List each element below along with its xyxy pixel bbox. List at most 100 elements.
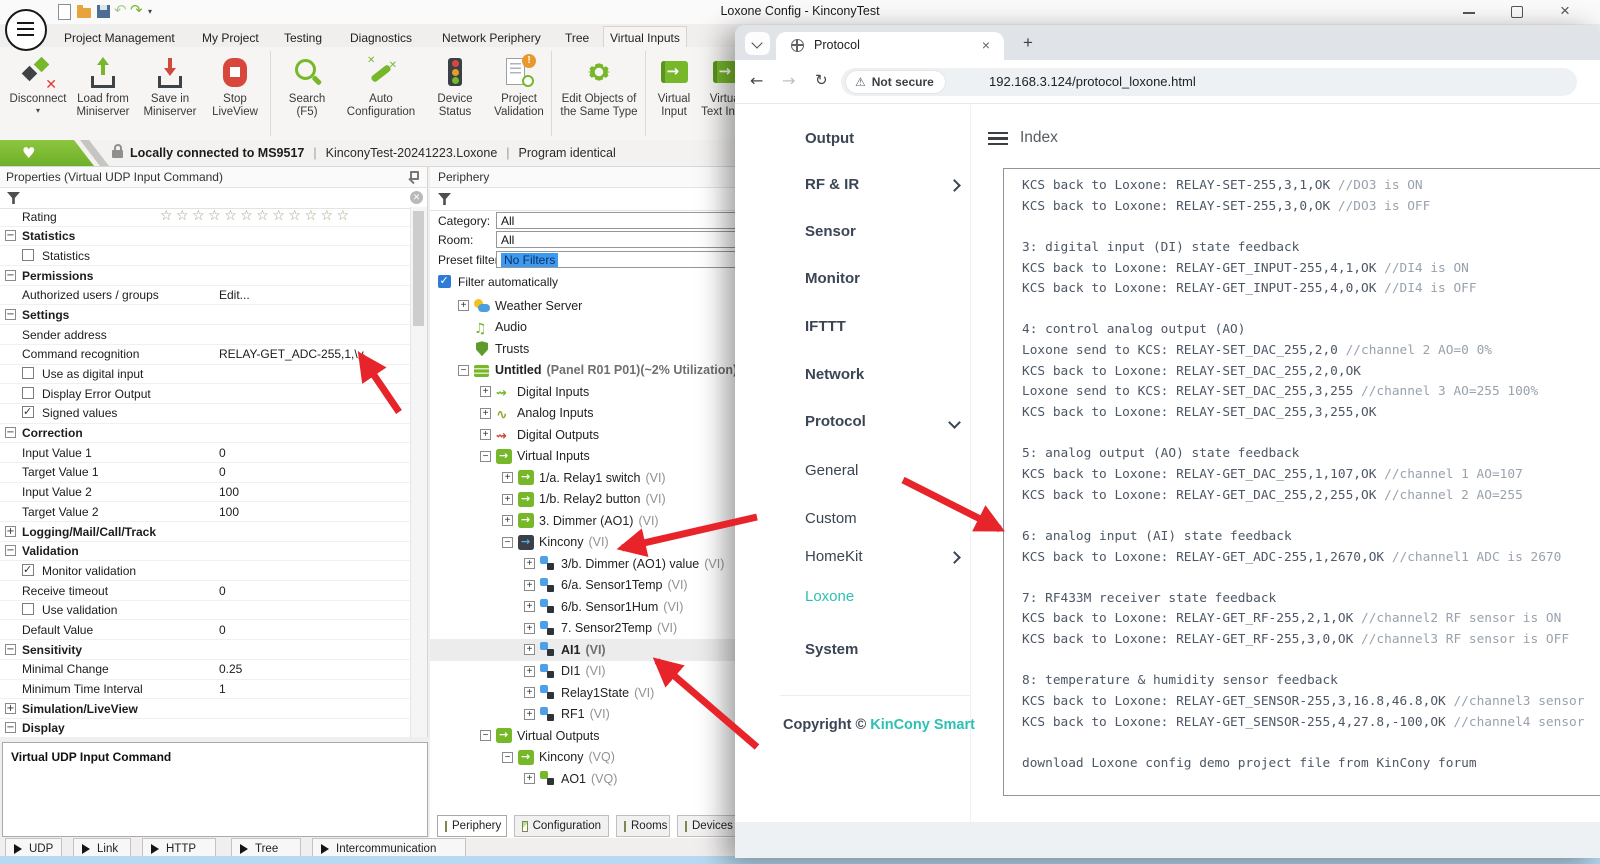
menu-tab-network-periphery[interactable]: Network Periphery <box>436 29 547 47</box>
forward-icon[interactable] <box>782 71 795 90</box>
expander-icon[interactable]: + <box>524 558 535 569</box>
category-select[interactable]: All <box>496 212 756 229</box>
tree-item-analog-inputs[interactable]: +Analog Inputs <box>430 403 753 425</box>
device-status-button[interactable]: Device Status <box>424 51 486 119</box>
tree-item-3-b-dimmer-ao1-value[interactable]: +3/b. Dimmer (AO1) value (VI) <box>430 553 753 575</box>
menu-tab-project-management[interactable]: Project Management <box>58 29 181 47</box>
property-row-use-validation[interactable]: Use validation <box>0 601 411 621</box>
property-row-default-value[interactable]: Default Value0 <box>0 620 411 640</box>
nav-item-homekit[interactable]: HomeKit <box>805 548 863 568</box>
new-file-icon[interactable] <box>58 4 71 20</box>
tree-item-rf1[interactable]: +RF1 (VI) <box>430 704 753 726</box>
tree-item-relay1state[interactable]: +Relay1State (VI) <box>430 682 753 704</box>
nav-item-rf-ir[interactable]: RF & IR <box>805 176 859 196</box>
property-row-rating[interactable]: Rating☆☆☆☆☆☆☆☆☆☆☆☆ <box>0 207 411 227</box>
tree-item-6-a-sensor1temp[interactable]: +6/a. Sensor1Temp (VI) <box>430 575 753 597</box>
properties-scrollbar[interactable] <box>410 207 427 737</box>
property-row-sensitivity[interactable]: −Sensitivity <box>0 640 411 660</box>
property-row-receive-timeout[interactable]: Receive timeout0 <box>0 581 411 601</box>
nav-item-output[interactable]: Output <box>805 130 854 150</box>
index-hamburger-icon[interactable] <box>988 132 1008 145</box>
property-row-signed-values[interactable]: Signed values <box>0 404 411 424</box>
pin-icon[interactable] <box>408 171 419 182</box>
checkbox[interactable] <box>22 387 34 399</box>
nav-item-general[interactable]: General <box>805 462 858 482</box>
expander-icon[interactable]: + <box>480 429 491 440</box>
security-chip[interactable]: Not secure <box>846 71 945 93</box>
tree-item-ao1[interactable]: +AO1 (VQ) <box>430 768 753 790</box>
expander-icon[interactable]: − <box>5 309 16 320</box>
tree-item-audio[interactable]: Audio <box>430 317 753 339</box>
expander-icon[interactable]: − <box>5 270 16 281</box>
back-icon[interactable] <box>750 71 763 90</box>
checkbox[interactable] <box>22 406 34 418</box>
nav-item-monitor[interactable]: Monitor <box>805 270 860 290</box>
checkbox[interactable] <box>22 564 34 576</box>
clear-filter-icon[interactable] <box>410 191 423 204</box>
property-row-permissions[interactable]: −Permissions <box>0 266 411 286</box>
scrollbar-thumb[interactable] <box>413 211 424 326</box>
property-row-simulation-liveview[interactable]: +Simulation/LiveView <box>0 699 411 719</box>
open-file-icon[interactable] <box>77 8 91 18</box>
checkbox[interactable] <box>22 367 34 379</box>
close-button[interactable] <box>1548 0 1582 23</box>
kincony-smart-link[interactable]: KinCony Smart <box>870 717 975 733</box>
property-row-target-value-1[interactable]: Target Value 10 <box>0 463 411 483</box>
room-select[interactable]: All <box>496 231 756 248</box>
property-row-target-value-2[interactable]: Target Value 2100 <box>0 502 411 522</box>
expander-icon[interactable]: − <box>5 722 16 733</box>
property-row-statistics[interactable]: Statistics <box>0 246 411 266</box>
redo-icon[interactable] <box>130 1 143 19</box>
tree-item-ai1[interactable]: +AI1 (VI) <box>430 639 753 661</box>
expander-icon[interactable]: − <box>5 427 16 438</box>
expander-icon[interactable]: − <box>5 545 16 556</box>
tree-item-untitled[interactable]: −Untitled (Panel R01 P01)(~2% Utilizatio… <box>430 360 753 382</box>
checkbox[interactable] <box>22 249 34 261</box>
edit-objects-same-type-button[interactable]: Edit Objects of the Same Type <box>554 51 644 119</box>
save-in-miniserver-button[interactable]: Save in Miniserver <box>138 51 202 119</box>
property-row-minimum-time-interval[interactable]: Minimum Time Interval1 <box>0 680 411 700</box>
property-row-validation[interactable]: −Validation <box>0 542 411 562</box>
expander-icon[interactable]: + <box>524 666 535 677</box>
tree-item-digital-inputs[interactable]: +Digital Inputs <box>430 381 753 403</box>
save-icon[interactable] <box>97 5 110 18</box>
reload-icon[interactable] <box>815 71 828 89</box>
property-row-correction[interactable]: −Correction <box>0 424 411 444</box>
periphery-tab-periphery[interactable]: Periphery <box>437 815 507 837</box>
expander-icon[interactable]: + <box>524 773 535 784</box>
search-button[interactable]: Search (F5) <box>276 51 338 119</box>
tree-item-6-b-sensor1hum[interactable]: +6/b. Sensor1Hum (VI) <box>430 596 753 618</box>
main-menu-button[interactable] <box>5 9 47 51</box>
property-row-settings[interactable]: −Settings <box>0 305 411 325</box>
expander-icon[interactable]: + <box>480 408 491 419</box>
expander-icon[interactable]: + <box>5 526 16 537</box>
expander-icon[interactable]: − <box>480 730 491 741</box>
nav-item-network[interactable]: Network <box>805 366 864 386</box>
expander-icon[interactable]: + <box>458 300 469 311</box>
property-row-input-value-1[interactable]: Input Value 10 <box>0 443 411 463</box>
nav-item-loxone[interactable]: Loxone <box>805 588 854 608</box>
undo-icon[interactable] <box>114 1 127 19</box>
new-tab-button[interactable] <box>1018 33 1038 53</box>
quickbar-more-icon[interactable] <box>148 7 152 16</box>
tree-item-trusts[interactable]: Trusts <box>430 338 753 360</box>
virtual-input-button[interactable]: Virtual Input <box>648 51 700 119</box>
checkbox[interactable] <box>22 603 34 615</box>
property-row-display-error-output[interactable]: Display Error Output <box>0 384 411 404</box>
menu-tab-my-project[interactable]: My Project <box>196 29 265 47</box>
expander-icon[interactable]: + <box>502 472 513 483</box>
expander-icon[interactable]: + <box>502 494 513 505</box>
address-bar[interactable]: Not secure 192.168.3.124/protocol_loxone… <box>841 68 1577 96</box>
filter-automatically-checkbox[interactable] <box>438 275 451 288</box>
browser-tab[interactable]: Protocol <box>776 32 1004 60</box>
load-from-miniserver-button[interactable]: Load from Miniserver <box>72 51 134 119</box>
tree-item-1-a-relay1-switch[interactable]: +1/a. Relay1 switch (VI) <box>430 467 753 489</box>
tree-item-virtual-outputs[interactable]: −Virtual Outputs <box>430 725 753 747</box>
expander-icon[interactable]: + <box>502 515 513 526</box>
expander-icon[interactable]: − <box>480 451 491 462</box>
tree-item-di1[interactable]: +DI1 (VI) <box>430 661 753 683</box>
expander-icon[interactable]: + <box>480 386 491 397</box>
expander-icon[interactable]: + <box>524 687 535 698</box>
tab-close-icon[interactable] <box>978 37 994 54</box>
expander-icon[interactable]: + <box>524 623 535 634</box>
